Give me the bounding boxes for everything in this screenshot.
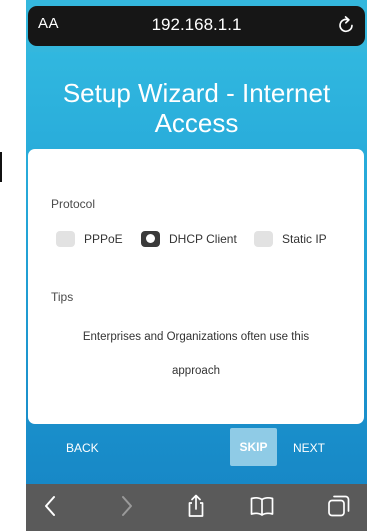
tabs-icon[interactable] [326,493,352,519]
share-icon[interactable] [183,493,209,519]
edge-mark [0,152,2,182]
bookmarks-icon[interactable] [249,493,275,519]
url-bar[interactable]: AA 192.168.1.1 [28,6,365,46]
protocol-options: PPPoE DHCP Client Static IP [56,229,356,253]
url-text[interactable]: 192.168.1.1 [28,15,365,35]
page-title: Setup Wizard - Internet Access [62,78,331,138]
radio-dhcp-client-box[interactable] [141,231,160,247]
next-button[interactable]: NEXT [293,441,325,455]
wizard-card: Protocol PPPoE DHCP Client Static IP Tip… [28,149,364,424]
phone-viewport: AA 192.168.1.1 Setup Wizard - Internet A… [26,0,367,531]
tips-label: Tips [51,290,74,304]
back-button[interactable]: BACK [66,441,99,455]
screen: AA 192.168.1.1 Setup Wizard - Internet A… [0,0,374,531]
radio-static-ip-label: Static IP [282,232,327,246]
browser-toolbar [26,484,367,531]
reload-icon[interactable] [335,14,357,36]
back-icon[interactable] [38,493,64,519]
protocol-label: Protocol [51,197,96,211]
forward-icon[interactable] [113,493,139,519]
browser-header: AA 192.168.1.1 [26,0,367,52]
radio-pppoe-label: PPPoE [84,232,123,246]
radio-dhcp-client-label: DHCP Client [169,232,237,246]
tips-text-line2: approach [172,365,220,377]
tips-text-line1: Enterprises and Organizations often use … [82,331,310,343]
radio-pppoe-box[interactable] [56,231,75,247]
radio-static-ip-box[interactable] [254,231,273,247]
skip-button[interactable]: SKIP [230,428,277,466]
